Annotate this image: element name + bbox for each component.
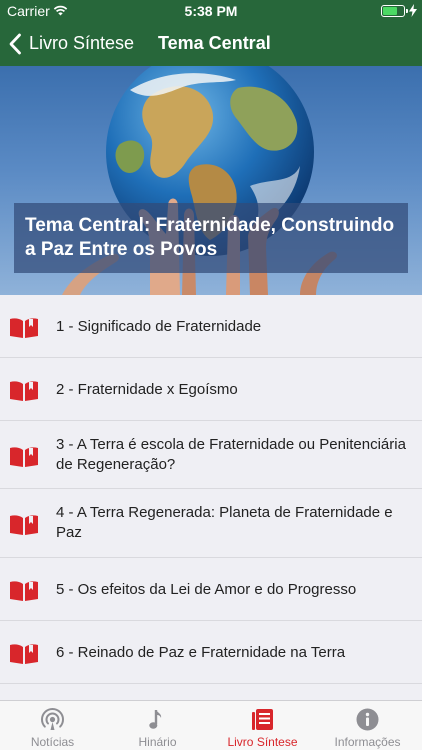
hero-banner: Tema Central: Fraternidade, Construindo …: [0, 66, 422, 295]
list-item-label: 3 - A Terra é escola de Fraternidade ou …: [56, 436, 406, 473]
chapter-list: 1 - Significado de Fraternidade 2 - Frat…: [0, 295, 422, 684]
info-icon: [356, 708, 379, 731]
tab-informacoes[interactable]: Informações: [315, 701, 420, 750]
list-item[interactable]: 2 - Fraternidade x Egoísmo: [0, 358, 422, 421]
tab-livro-sintese[interactable]: Livro Síntese: [210, 701, 315, 750]
list-item[interactable]: 1 - Significado de Fraternidade: [0, 295, 422, 358]
tab-noticias[interactable]: Notícias: [0, 701, 105, 750]
broadcast-icon: [41, 708, 64, 730]
book-list-icon: [252, 709, 273, 730]
list-item[interactable]: 5 - Os efeitos da Lei de Amor e do Progr…: [0, 558, 422, 621]
list-item-label: 5 - Os efeitos da Lei de Amor e do Progr…: [56, 581, 357, 598]
list-item[interactable]: 3 - A Terra é escola de Fraternidade ou …: [0, 421, 422, 489]
page-title: Tema Central: [158, 33, 271, 53]
back-chevron-icon[interactable]: [8, 33, 22, 55]
list-item[interactable]: 4 - A Terra Regenerada: Planeta de Frate…: [0, 489, 422, 558]
list-item-label: 6 - Reinado de Paz e Fraternidade na Ter…: [56, 644, 346, 661]
charging-bolt-icon: [409, 4, 417, 17]
back-button[interactable]: Livro Síntese: [29, 33, 134, 54]
open-book-icon: [10, 515, 38, 535]
tab-label: Notícias: [30, 735, 75, 749]
clock: 5:38 PM: [184, 3, 238, 19]
list-item-label: 1 - Significado de Fraternidade: [56, 318, 262, 335]
tab-hinario[interactable]: Hinário: [105, 701, 210, 750]
open-book-icon: [10, 644, 38, 664]
hero-caption: Tema Central: Fraternidade, Construindo …: [25, 215, 395, 260]
music-note-icon: [149, 710, 162, 729]
open-book-icon: [10, 381, 38, 401]
hero-caption-box: Tema Central: Fraternidade, Construindo …: [14, 203, 408, 273]
battery-icon: [381, 5, 408, 17]
tab-label: Hinário: [138, 735, 177, 749]
list-item[interactable]: 6 - Reinado de Paz e Fraternidade na Ter…: [0, 621, 422, 684]
list-item-label: 2 - Fraternidade x Egoísmo: [56, 381, 238, 398]
open-book-icon: [10, 581, 38, 601]
open-book-icon: [10, 447, 38, 467]
list-item-label: 4 - A Terra Regenerada: Planeta de Frate…: [56, 504, 393, 541]
tab-bar: Notícias Hinário Livro Síntese Informaçõ…: [0, 700, 422, 750]
open-book-icon: [10, 318, 38, 338]
status-bar: Carrier 5:38 PM: [0, 0, 422, 22]
tab-label: Informações: [334, 735, 401, 749]
navigation-bar: Livro Síntese Tema Central: [0, 22, 422, 66]
tab-label: Livro Síntese: [227, 735, 298, 749]
